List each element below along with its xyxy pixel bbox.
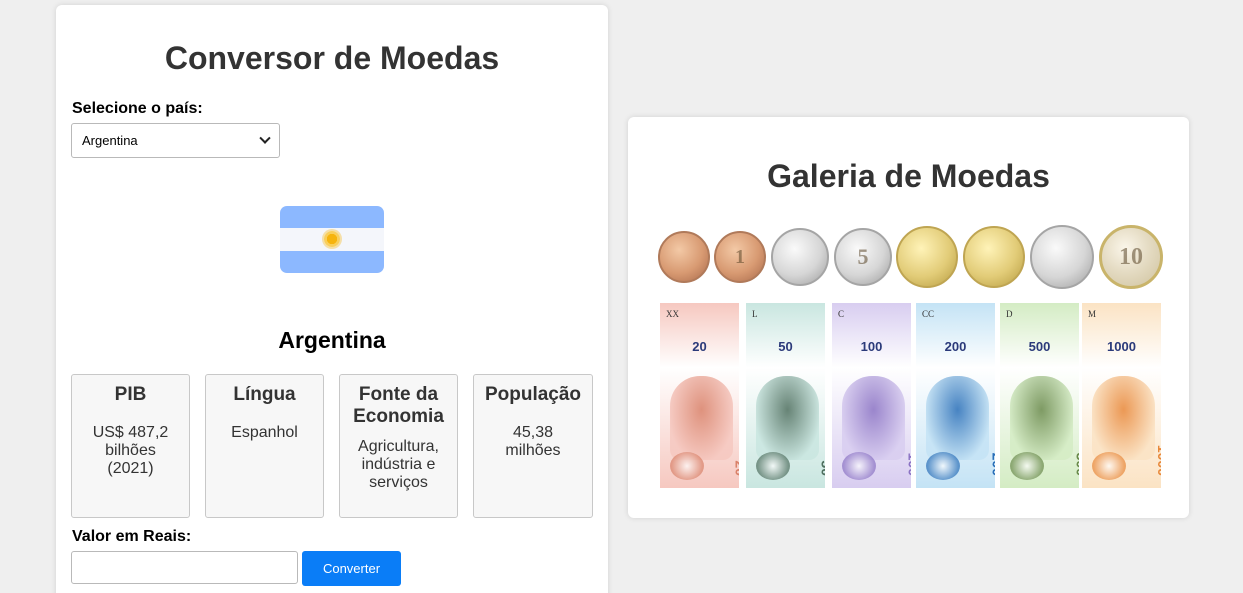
animal-illustration-icon (756, 376, 819, 460)
banknote-denomination-vertical: 200 (989, 452, 995, 476)
coin-icon (896, 226, 958, 288)
flower-icon (670, 452, 704, 480)
flower-icon (926, 452, 960, 480)
amount-input[interactable] (71, 551, 298, 584)
info-box-lingua: Língua Espanhol (205, 374, 324, 518)
gallery-title: Galeria de Moedas (767, 158, 1050, 194)
banknote-denomination-vertical: 20 (733, 460, 739, 476)
country-name: Argentina (278, 327, 386, 353)
coin-icon: 1 (714, 231, 766, 283)
flower-icon (842, 452, 876, 480)
banknote-denomination-vertical: 100 (905, 452, 911, 476)
converter-card: Conversor de Moedas Selecione o país: Ar… (56, 5, 608, 593)
banknote-serial: XX (666, 309, 679, 319)
banknote-denomination: 20 (692, 339, 707, 354)
banknote-denomination: 50 (778, 339, 793, 354)
coin-icon (658, 231, 710, 283)
convert-button[interactable]: Converter (302, 551, 401, 586)
info-value: Espanhol (231, 424, 298, 441)
info-heading: Fonte da Economia (353, 384, 444, 427)
info-box-fonte-economia: Fonte da Economia Agricultura, indústria… (339, 374, 458, 518)
flower-icon (1010, 452, 1044, 480)
info-box-pib: PIB US$ 487,2 bilhões (2021) (71, 374, 190, 518)
info-heading: PIB (114, 384, 147, 405)
flower-icon (1092, 452, 1126, 480)
country-select[interactable]: Argentina (71, 123, 280, 158)
banknote-denomination: 500 (1028, 339, 1051, 354)
banknote-icon: C 100 100 (832, 303, 911, 488)
animal-illustration-icon (1092, 376, 1155, 460)
banknote-serial: C (838, 309, 845, 319)
banknote-denomination-vertical: 500 (1073, 452, 1079, 476)
banknote-serial: L (752, 309, 758, 319)
coin-icon (1030, 225, 1094, 289)
country-select-value: Argentina (82, 133, 138, 148)
banknote-icon: XX 20 20 (660, 303, 739, 488)
coin-icon (963, 226, 1025, 288)
banknote-icon: D 500 500 (1000, 303, 1079, 488)
animal-illustration-icon (1010, 376, 1073, 460)
argentina-flag-icon (280, 206, 384, 273)
banknote-denomination: 1000 (1107, 339, 1136, 354)
info-box-populacao: População 45,38 milhões (473, 374, 593, 518)
animal-illustration-icon (670, 376, 733, 460)
banknote-icon: L 50 50 (746, 303, 825, 488)
sun-icon (324, 231, 340, 248)
coin-icon (771, 228, 829, 286)
coin-icon: 10 (1099, 225, 1163, 289)
info-heading: População (484, 384, 582, 405)
converter-title: Conversor de Moedas (164, 40, 500, 76)
animal-illustration-icon (926, 376, 989, 460)
banknote-denomination-vertical: 50 (819, 460, 825, 476)
banknote-icon: M 1000 1000 (1082, 303, 1161, 488)
banknote-denomination-vertical: 1000 (1155, 444, 1161, 476)
chevron-down-icon (259, 132, 271, 144)
gallery-card: Galeria de Moedas 1 5 10 XX 20 20 L 50 50 C 100 10… (628, 117, 1189, 518)
info-value: 45,38 milhões (505, 424, 561, 459)
coin-icon: 5 (834, 228, 892, 286)
country-label: Selecione o país: (72, 100, 203, 117)
info-value: US$ 487,2 bilhões (2021) (92, 424, 169, 477)
animal-illustration-icon (842, 376, 905, 460)
info-value: Agricultura, indústria e serviços (358, 438, 439, 491)
banknote-serial: CC (922, 309, 935, 319)
flower-icon (756, 452, 790, 480)
banknote-denomination: 100 (860, 339, 883, 354)
info-heading: Língua (233, 384, 296, 405)
banknote-serial: M (1088, 309, 1097, 319)
amount-label: Valor em Reais: (72, 528, 192, 545)
banknote-serial: D (1006, 309, 1013, 319)
banknote-denomination: 200 (944, 339, 967, 354)
banknote-icon: CC 200 200 (916, 303, 995, 488)
